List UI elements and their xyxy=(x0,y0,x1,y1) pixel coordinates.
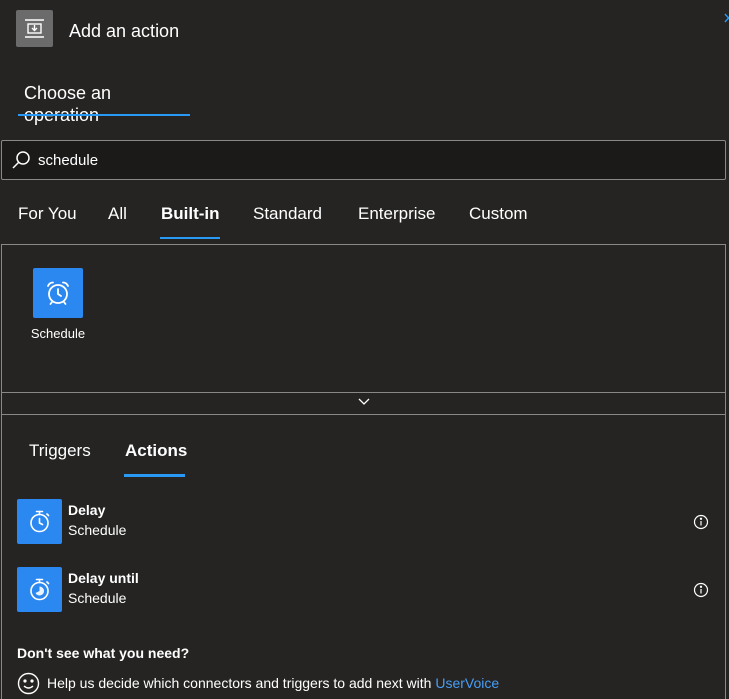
action-connector: Schedule xyxy=(68,522,127,538)
help-text-body: Help us decide which connectors and trig… xyxy=(47,675,436,691)
action-name: Delay xyxy=(68,502,106,518)
tab-actions[interactable]: Actions xyxy=(125,441,187,461)
timer-until-icon xyxy=(17,567,62,612)
action-name: Delay until xyxy=(68,570,139,586)
tab-for-you[interactable]: For You xyxy=(18,204,77,224)
smile-icon xyxy=(17,672,40,695)
connector-label: Schedule xyxy=(30,326,86,341)
tab-standard[interactable]: Standard xyxy=(253,204,322,224)
chevron-down-icon xyxy=(358,398,370,405)
help-heading: Don't see what you need? xyxy=(17,645,190,661)
uservoice-link[interactable]: UserVoice xyxy=(435,675,499,691)
action-delay[interactable]: Delay Schedule xyxy=(2,499,724,549)
search-box xyxy=(1,140,726,180)
help-text: Help us decide which connectors and trig… xyxy=(47,675,499,692)
tab-all[interactable]: All xyxy=(108,204,127,224)
alarm-clock-icon xyxy=(33,268,83,318)
search-input[interactable] xyxy=(38,148,698,172)
tab-choose-operation-label: Choose an operation xyxy=(24,83,112,125)
connector-panel: Schedule xyxy=(1,244,726,393)
action-delay-until[interactable]: Delay until Schedule xyxy=(2,567,724,617)
active-tab-underline xyxy=(160,237,220,239)
info-icon[interactable] xyxy=(693,514,709,530)
tab-custom[interactable]: Custom xyxy=(469,204,528,224)
timer-icon xyxy=(17,499,62,544)
close-icon[interactable] xyxy=(718,10,729,32)
tab-built-in[interactable]: Built-in xyxy=(161,204,220,224)
active-subtab-underline xyxy=(124,474,185,477)
tab-enterprise[interactable]: Enterprise xyxy=(358,204,435,224)
tab-underline xyxy=(18,114,190,116)
panel-title: Add an action xyxy=(69,21,180,41)
tab-triggers[interactable]: Triggers xyxy=(29,441,91,461)
search-icon xyxy=(11,150,31,175)
insert-step-icon xyxy=(16,10,53,47)
tab-choose-operation[interactable]: Choose an operation xyxy=(18,70,190,125)
expand-connectors-button[interactable] xyxy=(1,392,726,415)
info-icon[interactable] xyxy=(693,582,709,598)
action-connector: Schedule xyxy=(68,590,127,606)
